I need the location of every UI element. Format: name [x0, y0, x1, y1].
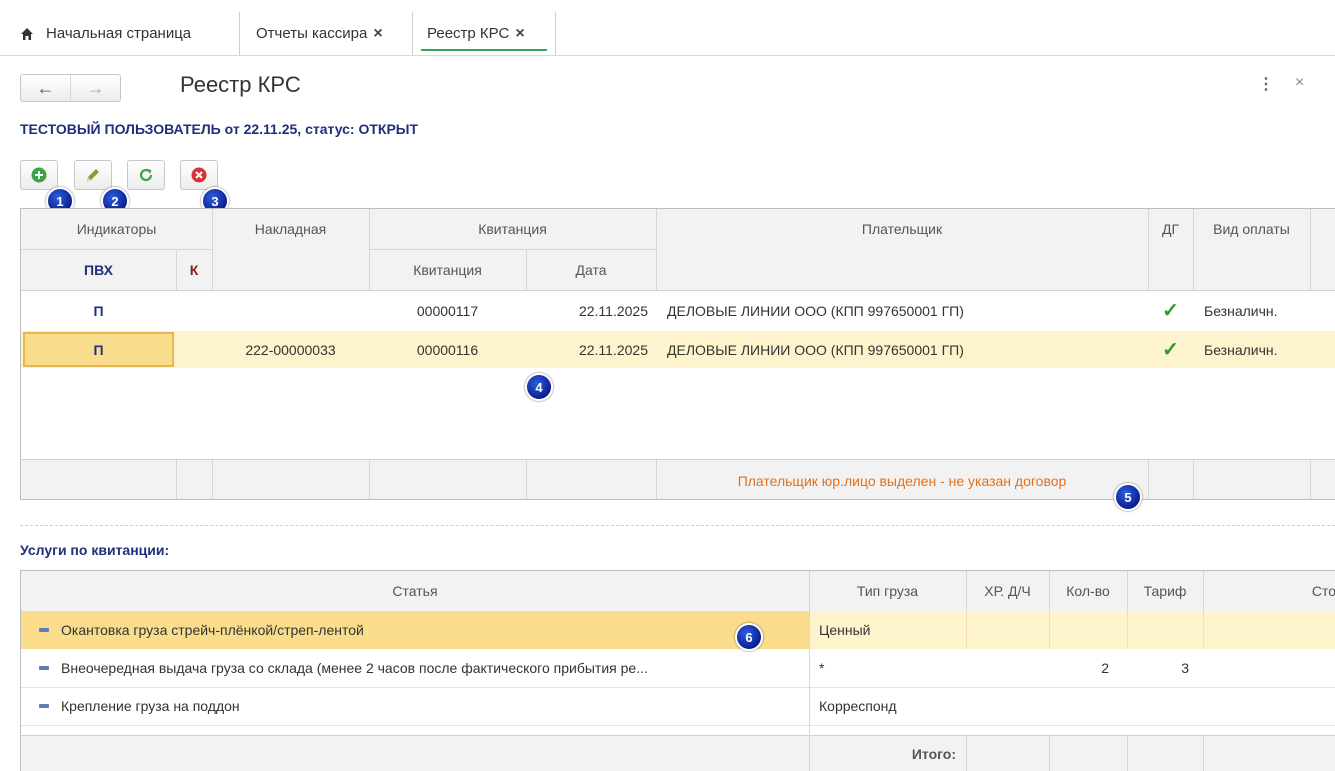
row-marker-icon — [39, 666, 49, 670]
tab-bar: Начальная страница Отчеты кассира × Реес… — [0, 12, 1335, 56]
row-marker-icon — [39, 704, 49, 708]
service-item-label: Крепление груза на поддон — [61, 698, 240, 714]
receipts-table: Индикаторы ПВХ К Накладная Квитанция Кви… — [20, 208, 1335, 500]
check-icon: ✓ — [1162, 300, 1179, 322]
header-xr[interactable]: ХР. Д/Ч — [966, 571, 1049, 611]
cell-payer: ДЕЛОВЫЕ ЛИНИИ ООО (КПП 997650001 ГП) — [667, 341, 964, 358]
refresh-button[interactable] — [127, 160, 165, 190]
tab-registry[interactable]: Реестр КРС × — [413, 12, 556, 55]
page-title: Реестр КРС — [180, 72, 301, 97]
callout-badge-4: 4 — [525, 373, 553, 401]
cell-payment-type: Безналичн. — [1204, 341, 1278, 358]
header-receipt[interactable]: Квитанция — [369, 249, 526, 290]
header-cargo-type[interactable]: Тип груза — [809, 571, 966, 611]
pencil-icon — [87, 169, 99, 181]
service-item-label: Внеочередная выдача груза со склада (мен… — [61, 660, 648, 676]
cell-pvx: П — [93, 341, 104, 358]
total-label: Итого: — [911, 746, 956, 762]
refresh-icon — [139, 168, 153, 182]
active-tab-indicator — [421, 49, 547, 51]
payer-warning: Плательщик юр.лицо выделен - не указан д… — [737, 472, 1067, 489]
cell-k — [176, 331, 212, 368]
service-qty — [1049, 687, 1127, 725]
forward-arrow-icon[interactable]: → — [70, 75, 120, 101]
header-qty[interactable]: Кол-во — [1049, 571, 1127, 611]
header-dg[interactable]: ДГ — [1148, 209, 1193, 249]
cell-payment-type: Безналичн. — [1204, 302, 1278, 319]
session-status: ТЕСТОВЫЙ ПОЛЬЗОВАТЕЛЬ от 22.11.25, стату… — [20, 121, 419, 137]
tab-close-icon[interactable]: × — [515, 25, 524, 43]
section-divider — [20, 525, 1335, 526]
services-title: Услуги по квитанции: — [20, 542, 170, 558]
service-item: Крепление груза на поддон — [21, 687, 809, 725]
service-tariff: 3 — [1181, 660, 1189, 676]
service-tariff — [1127, 611, 1203, 649]
cell-invoice — [212, 290, 369, 331]
header-indicators[interactable]: Индикаторы — [21, 209, 212, 249]
service-qty — [1049, 611, 1127, 649]
cell-receipt: 00000116 — [416, 341, 479, 358]
header-invoice[interactable]: Накладная — [212, 209, 369, 249]
more-menu-icon[interactable]: ⋮ — [1258, 74, 1274, 94]
service-item-label: Окантовка груза стрейч-плёнкой/стреп-лен… — [61, 622, 364, 638]
header-payer[interactable]: Плательщик — [656, 209, 1148, 249]
header-payment-type[interactable]: Вид оплаты — [1193, 209, 1310, 249]
row-marker-icon — [39, 628, 49, 632]
close-form-icon[interactable]: × — [1295, 74, 1304, 92]
cell-invoice: 222-00000033 — [245, 341, 336, 358]
services-table: Статья Тип груза ХР. Д/Ч Кол-во Тариф Ст… — [20, 570, 1335, 771]
cell-date: 22.11.2025 — [578, 302, 648, 319]
back-arrow-icon[interactable]: ← — [21, 75, 70, 101]
service-item: Окантовка груза стрейч-плёнкой/стреп-лен… — [21, 611, 809, 649]
delete-button[interactable] — [180, 160, 218, 190]
service-cargo-type: * — [819, 660, 825, 676]
header-receipt-group: Квитанция — [369, 209, 656, 249]
header-pvx[interactable]: ПВХ — [21, 249, 176, 290]
cell-payer: ДЕЛОВЫЕ ЛИНИИ ООО (КПП 997650001 ГП) — [667, 302, 964, 319]
callout-badge-5: 5 — [1114, 483, 1142, 511]
history-nav: ← → — [20, 74, 121, 102]
tab-cashier-reports-label: Отчеты кассира — [256, 25, 368, 42]
tab-registry-label: Реестр КРС — [427, 25, 510, 42]
edit-button[interactable] — [74, 160, 112, 190]
cell-k — [176, 290, 212, 331]
service-tariff — [1127, 687, 1203, 725]
tab-close-icon[interactable]: × — [373, 25, 382, 43]
cell-date: 22.11.2025 — [578, 341, 648, 358]
cancel-circle-icon — [191, 167, 207, 183]
plus-circle-icon — [31, 167, 47, 183]
tab-home-label: Начальная страница — [46, 25, 192, 42]
services-footer — [21, 735, 1335, 771]
cell-pvx: П — [93, 302, 104, 319]
home-icon — [21, 27, 33, 40]
service-cargo-type: Корреспонд — [819, 698, 897, 714]
check-icon: ✓ — [1162, 339, 1179, 361]
tab-cashier-reports[interactable]: Отчеты кассира × — [239, 12, 413, 55]
header-item[interactable]: Статья — [21, 571, 809, 611]
add-button[interactable] — [20, 160, 58, 190]
callout-badge-6: 6 — [735, 623, 763, 651]
header-cost[interactable]: Сто — [1203, 571, 1335, 611]
service-item: Внеочередная выдача груза со склада (мен… — [21, 649, 809, 687]
header-tariff[interactable]: Тариф — [1127, 571, 1203, 611]
header-date[interactable]: Дата — [526, 249, 656, 290]
service-qty: 2 — [1101, 660, 1109, 676]
tab-home[interactable]: Начальная страница — [20, 12, 191, 55]
cell-receipt: 00000117 — [416, 302, 479, 319]
service-cargo-type: Ценный — [819, 622, 871, 638]
header-k[interactable]: К — [176, 249, 212, 290]
